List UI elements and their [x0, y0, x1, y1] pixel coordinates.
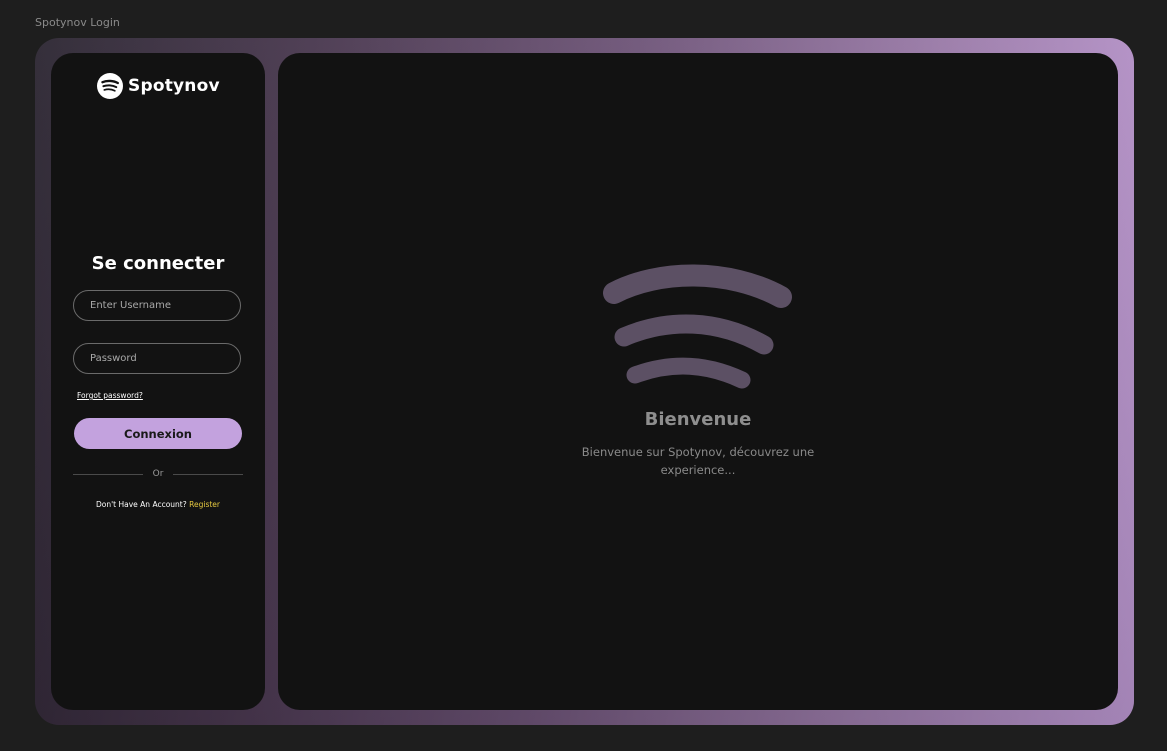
welcome-panel: Bienvenue Bienvenue sur Spotynov, découv…: [278, 53, 1118, 710]
sound-waves-icon: [603, 264, 792, 389]
no-account-text: Don't Have An Account?: [96, 500, 187, 509]
welcome-subtitle: Bienvenue sur Spotynov, découvrez une ex…: [581, 445, 815, 477]
spotify-waves-icon: [97, 73, 123, 99]
page-label: Spotynov Login: [35, 16, 120, 29]
brand-logo: Spotynov: [97, 73, 220, 99]
or-divider: Or: [73, 467, 244, 481]
password-input[interactable]: [73, 343, 241, 374]
brand-name: Spotynov: [128, 76, 220, 96]
username-input[interactable]: [73, 290, 241, 321]
login-sidebar: Spotynov Se connecter Forgot password? C…: [51, 53, 265, 710]
app-frame: Spotynov Se connecter Forgot password? C…: [35, 38, 1134, 725]
register-link[interactable]: Register: [189, 500, 220, 509]
forgot-password-link[interactable]: Forgot password?: [77, 391, 143, 400]
divider-line-right: [173, 473, 244, 475]
login-title: Se connecter: [91, 253, 225, 274]
divider-line-left: [73, 473, 143, 475]
welcome-title: Bienvenue: [644, 409, 752, 430]
register-prompt: Don't Have An Account? Register: [51, 500, 265, 509]
divider-label: Or: [152, 469, 164, 479]
connexion-button[interactable]: Connexion: [74, 418, 242, 449]
